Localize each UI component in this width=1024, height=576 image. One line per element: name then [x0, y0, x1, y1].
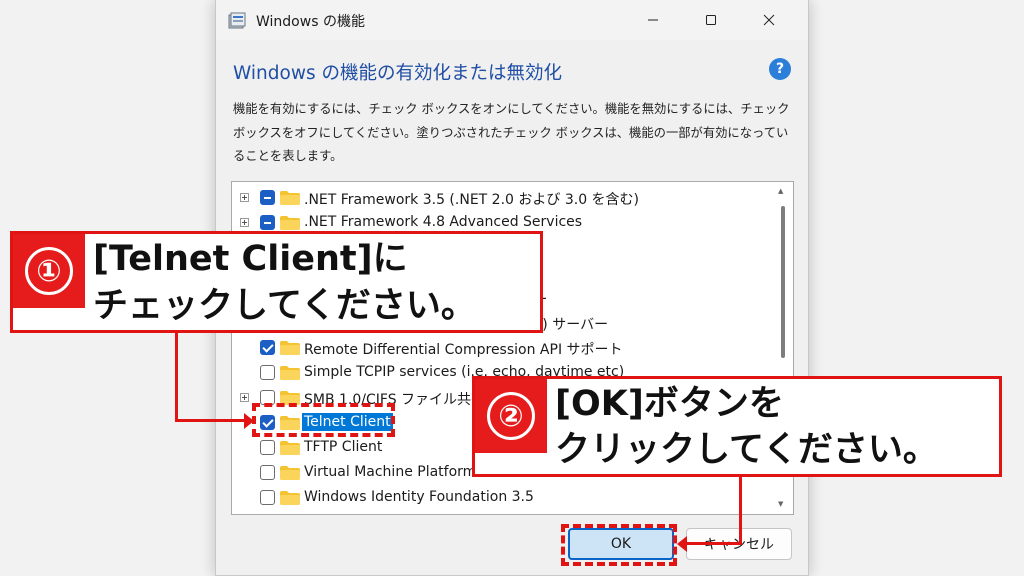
feature-row[interactable]: Windows Identity Foundation 3.5	[232, 485, 772, 510]
feature-checkbox[interactable]	[260, 490, 275, 505]
ok-button-highlight	[561, 524, 677, 566]
folder-icon	[280, 216, 300, 230]
title-bar[interactable]: Windows の機能	[216, 0, 808, 40]
feature-label: Windows Identity Foundation 3.5	[304, 489, 534, 505]
folder-icon	[280, 366, 300, 380]
feature-label: Virtual Machine Platform	[304, 464, 477, 480]
expand-plus-icon[interactable]	[240, 218, 249, 227]
dialog-heading: Windows の機能の有効化または無効化	[233, 63, 562, 84]
step1-connector-horizontal	[175, 419, 247, 422]
folder-icon	[280, 191, 300, 205]
maximize-button[interactable]	[688, 0, 734, 40]
step1-connector-vertical	[175, 333, 178, 421]
folder-icon	[280, 491, 300, 505]
scrollbar-thumb[interactable]	[781, 206, 785, 358]
folder-icon	[280, 341, 300, 355]
step1-number: ①	[25, 247, 73, 295]
step1-line2: チェックしてください。	[93, 286, 476, 326]
close-button[interactable]	[746, 0, 792, 40]
minimize-button[interactable]	[630, 0, 676, 40]
step2-line1: [OK]ボタンを	[555, 384, 784, 424]
feature-checkbox[interactable]	[260, 215, 275, 230]
feature-label: Remote Differential Compression API サポート	[304, 342, 623, 358]
feature-checkbox[interactable]	[260, 340, 275, 355]
feature-label: .NET Framework 3.5 (.NET 2.0 および 3.0 を含む…	[304, 192, 640, 208]
windows-features-app-icon	[228, 12, 246, 29]
folder-icon	[280, 441, 300, 455]
step1-line1: [Telnet Client]に	[93, 239, 408, 279]
step2-connector-vertical	[739, 477, 742, 544]
dialog-description: 機能を有効にするには、チェック ボックスをオンにしてください。機能を無効にするに…	[233, 102, 790, 163]
minimize-icon	[648, 19, 658, 21]
expand-plus-icon[interactable]	[240, 393, 249, 402]
window-title: Windows の機能	[256, 14, 365, 30]
feature-checkbox[interactable]	[260, 440, 275, 455]
scroll-down-arrow-icon[interactable]: ▼	[778, 500, 783, 508]
step2-connector-horizontal	[686, 542, 742, 545]
feature-label: .NET Framework 4.8 Advanced Services	[304, 214, 583, 230]
help-icon[interactable]: ?	[769, 58, 791, 80]
instruction-callout-step1: ① [Telnet Client]に チェックしてください。	[10, 231, 543, 333]
close-icon	[763, 14, 775, 26]
folder-icon	[280, 466, 300, 480]
step1-number-badge: ①	[13, 234, 85, 308]
step1-arrowhead-icon	[244, 413, 254, 429]
step2-line2: クリックしてください。	[555, 430, 938, 470]
maximize-icon	[706, 15, 716, 25]
feature-label: TFTP Client	[304, 439, 383, 455]
feature-row[interactable]: Remote Differential Compression API サポート	[232, 335, 772, 360]
step2-arrowhead-icon	[677, 536, 687, 552]
scroll-up-arrow-icon[interactable]: ▲	[778, 187, 783, 195]
feature-checkbox[interactable]	[260, 190, 275, 205]
feature-checkbox[interactable]	[260, 365, 275, 380]
step2-number: ②	[487, 392, 535, 440]
expand-plus-icon[interactable]	[240, 193, 249, 202]
telnet-client-highlight	[252, 403, 395, 437]
feature-checkbox[interactable]	[260, 465, 275, 480]
feature-row[interactable]: .NET Framework 3.5 (.NET 2.0 および 3.0 を含む…	[232, 185, 772, 210]
step2-number-badge: ②	[475, 379, 547, 453]
instruction-callout-step2: ② [OK]ボタンを クリックしてください。	[472, 376, 1002, 477]
